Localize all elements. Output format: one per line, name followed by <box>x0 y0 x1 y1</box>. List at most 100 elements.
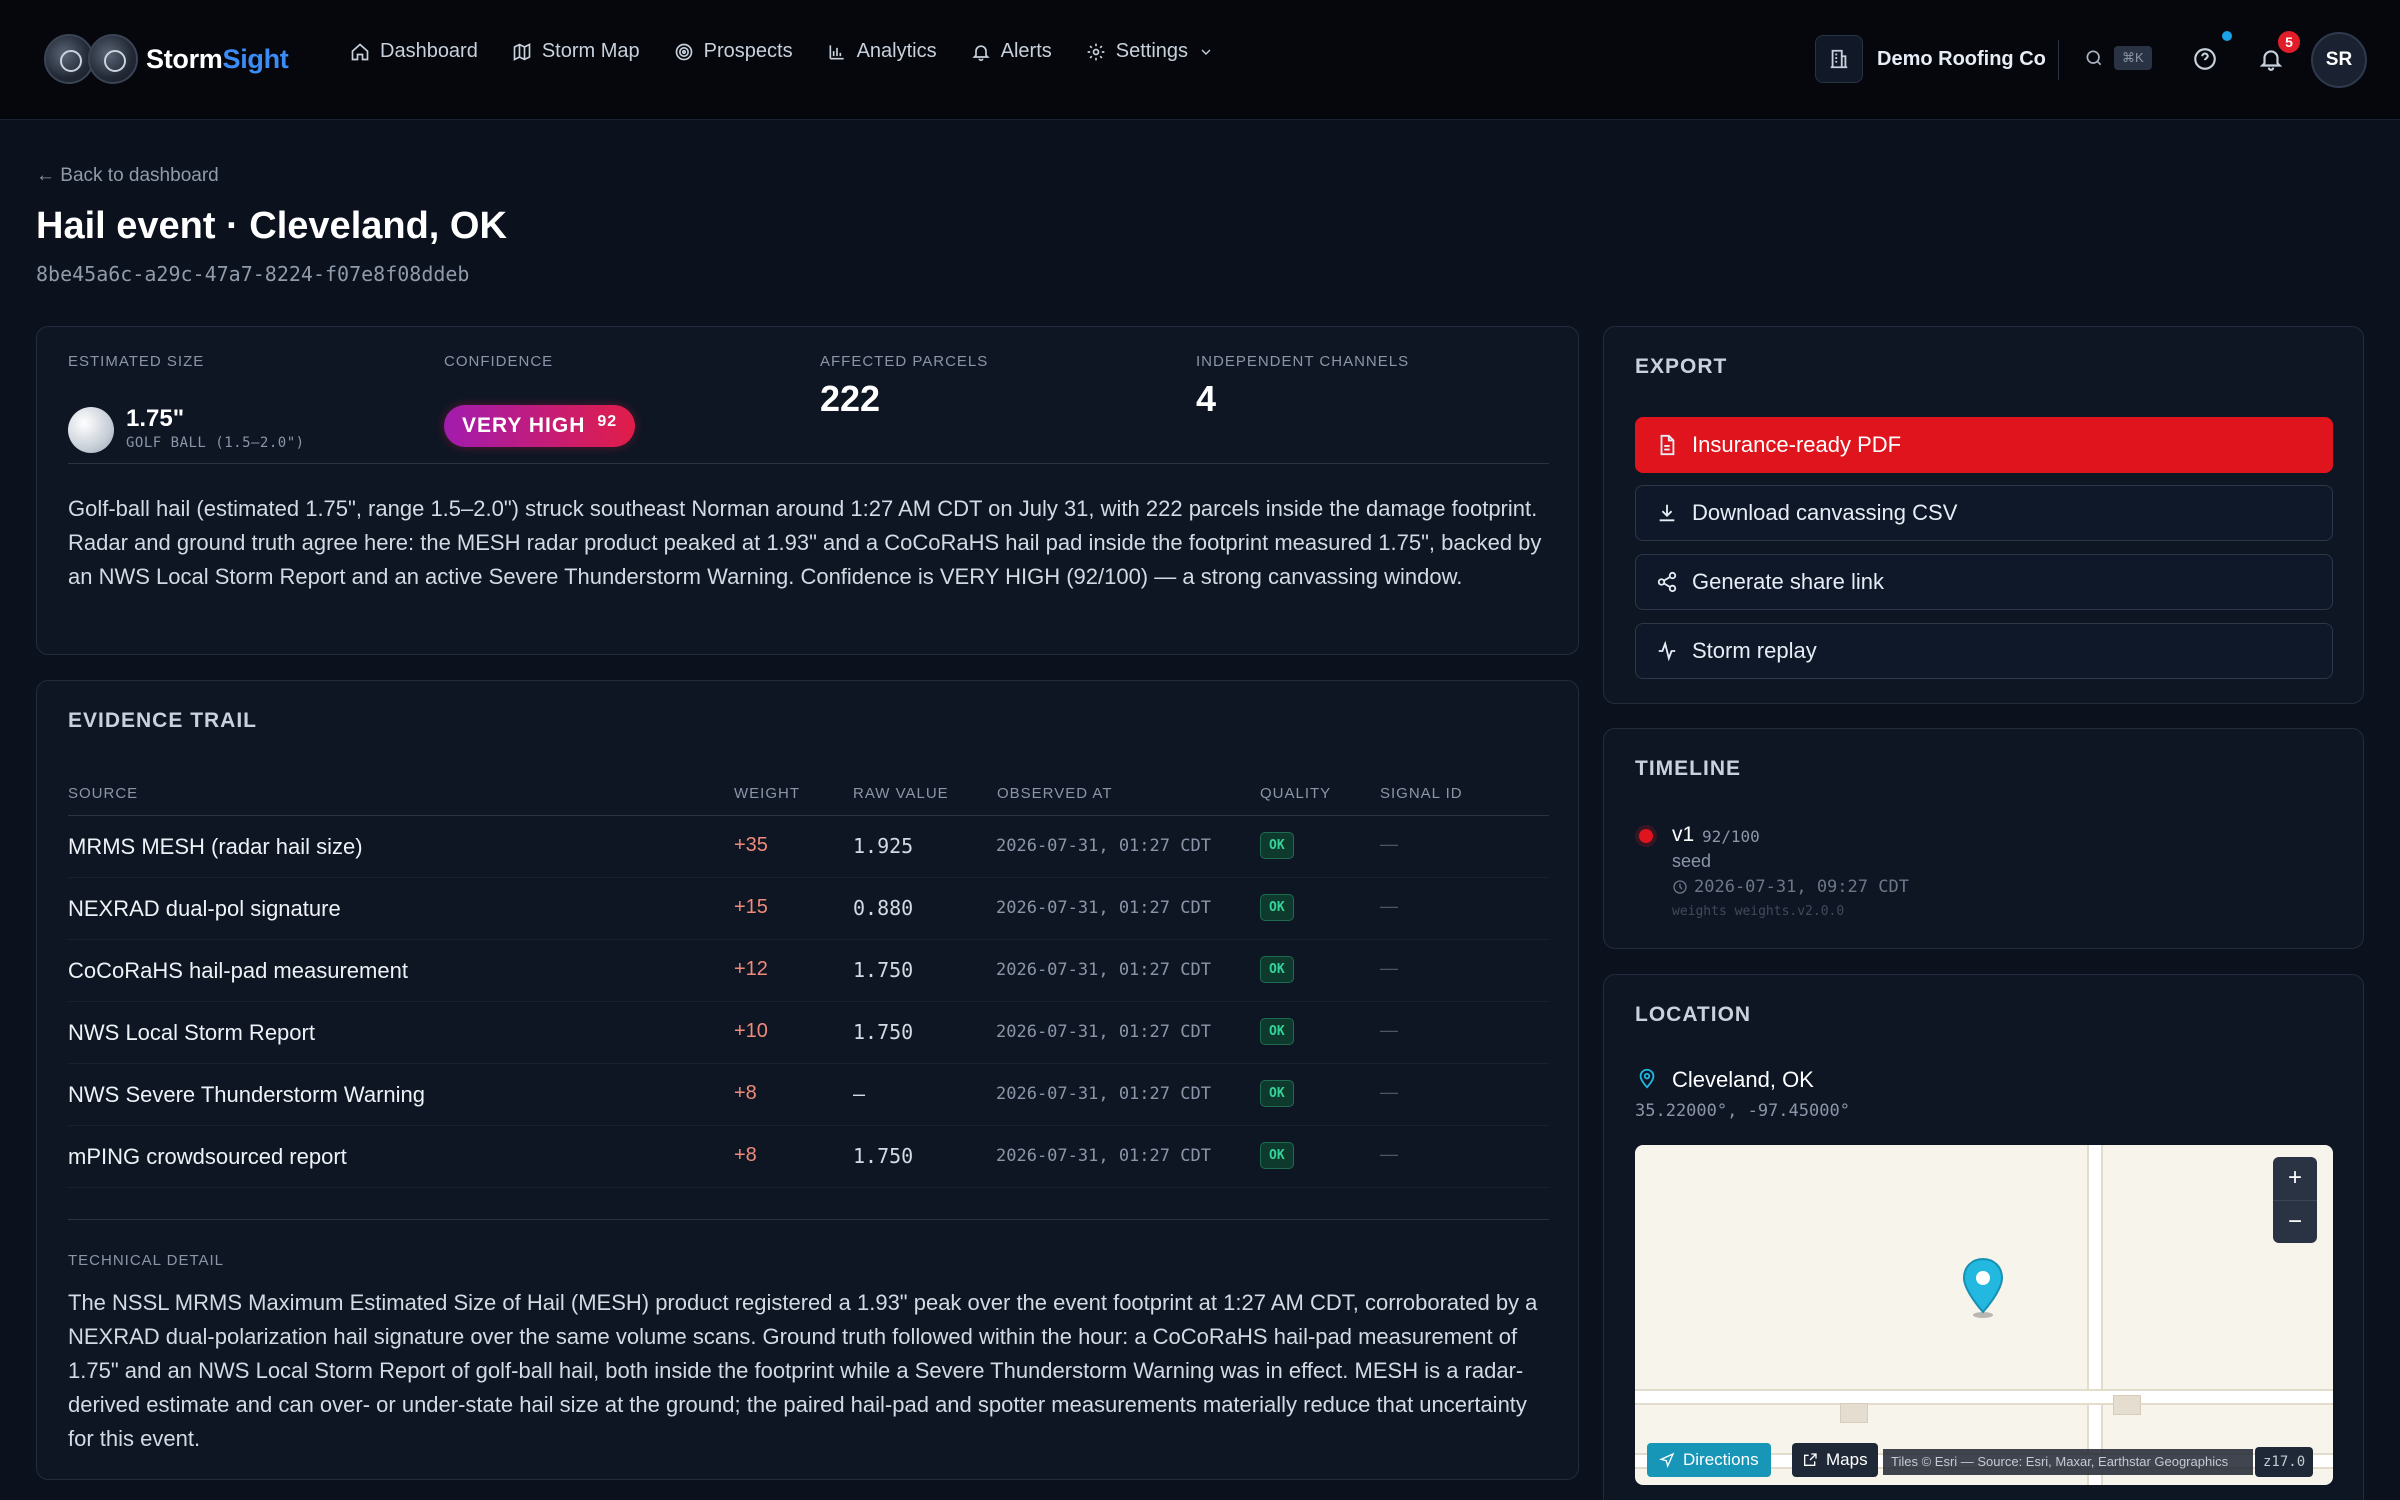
map-icon <box>513 42 531 61</box>
nav-analytics[interactable]: Analytics <box>827 40 937 63</box>
column-header-raw-value: RAW VALUE <box>853 785 949 802</box>
evidence-raw-value: — <box>853 1082 866 1106</box>
target-icon <box>675 43 692 60</box>
search-icon <box>2086 50 2102 66</box>
estimated-size-stat: ESTIMATED SIZE 1.75" GOLF BALL (1.5–2.0"… <box>68 353 304 453</box>
open-maps-button[interactable]: Maps <box>1792 1443 1878 1477</box>
evidence-signal-id: — <box>1380 1020 1398 1040</box>
estimated-size-description: GOLF BALL (1.5–2.0") <box>126 435 305 451</box>
logo-emblem-icon <box>88 34 138 84</box>
activity-icon <box>1658 640 1676 662</box>
timeline-title: TIMELINE <box>1635 757 1741 780</box>
evidence-observed-at: 2026-07-31, 01:27 CDT <box>996 1146 1211 1166</box>
home-icon <box>351 42 369 60</box>
evidence-row[interactable]: NEXRAD dual-pol signature +15 0.880 2026… <box>68 878 1549 940</box>
evidence-weight: +8 <box>734 1144 757 1166</box>
evidence-source: mPING crowdsourced report <box>68 1144 347 1169</box>
location-map[interactable]: + − Directions Maps Tiles © Esri — Sourc… <box>1635 1145 2333 1485</box>
location-coordinates: 35.22000°, -97.45000° <box>1635 1101 1850 1121</box>
evidence-observed-at: 2026-07-31, 01:27 CDT <box>996 960 1211 980</box>
evidence-signal-id: — <box>1380 1082 1398 1102</box>
user-avatar[interactable]: SR <box>2311 32 2367 88</box>
notifications-button[interactable] <box>2258 46 2284 72</box>
external-link-icon <box>1804 1453 1817 1466</box>
evidence-raw-value: 1.925 <box>853 834 914 858</box>
column-header-observed-at: OBSERVED AT <box>997 785 1113 802</box>
affected-parcels-stat: AFFECTED PARCELS 222 <box>820 353 988 420</box>
help-circle-icon <box>2194 48 2216 70</box>
map-building <box>1840 1403 1868 1423</box>
evidence-source: NWS Severe Thunderstorm Warning <box>68 1082 426 1107</box>
evidence-row[interactable]: CoCoRaHS hail-pad measurement +12 1.750 … <box>68 940 1549 1002</box>
estimated-size-value: 1.75" <box>126 405 185 432</box>
estimated-size-label: ESTIMATED SIZE <box>68 353 205 370</box>
map-zoom-level: z17.0 <box>2255 1447 2314 1477</box>
map-marker-icon[interactable] <box>1961 1257 2005 1319</box>
evidence-row[interactable]: MRMS MESH (radar hail size) +35 1.925 20… <box>68 816 1549 878</box>
map-pin-icon <box>1636 1067 1658 1089</box>
quality-badge: OK <box>1260 1142 1294 1169</box>
search-shortcut: ⌘K <box>2114 46 2152 70</box>
affected-parcels-label: AFFECTED PARCELS <box>820 353 989 370</box>
timeline-note: seed <box>1672 851 1712 871</box>
evidence-weight: +10 <box>734 1020 768 1042</box>
technical-detail-label: TECHNICAL DETAIL <box>68 1252 225 1269</box>
map-zoom-controls: + − <box>2273 1157 2317 1243</box>
nav-settings[interactable]: Settings <box>1086 40 1214 63</box>
evidence-weight: +12 <box>734 958 768 980</box>
back-to-dashboard-link[interactable]: ← Back to dashboard <box>36 165 219 187</box>
nav-prospects[interactable]: Prospects <box>674 40 793 63</box>
timeline-weights-version: weights weights.v2.0.0 <box>1672 904 1845 919</box>
evidence-trail-title: EVIDENCE TRAIL <box>68 709 258 732</box>
download-csv-button[interactable]: Download canvassing CSV <box>1635 485 2333 541</box>
directions-button[interactable]: Directions <box>1647 1443 1771 1477</box>
quality-badge: OK <box>1260 894 1294 921</box>
evidence-trail-card: EVIDENCE TRAIL SOURCE WEIGHT RAW VALUE O… <box>36 680 1579 1480</box>
navigation-arrow-icon <box>1659 1452 1675 1468</box>
insurance-pdf-button[interactable]: Insurance-ready PDF <box>1635 417 2333 473</box>
evidence-signal-id: — <box>1380 958 1398 978</box>
storm-replay-button[interactable]: Storm replay <box>1635 623 2333 679</box>
location-card: LOCATION Cleveland, OK 35.22000°, -97.45… <box>1603 974 2364 1500</box>
quality-badge: OK <box>1260 1018 1294 1045</box>
evidence-row[interactable]: NWS Local Storm Report +10 1.750 2026-07… <box>68 1002 1549 1064</box>
gear-icon <box>1087 43 1105 60</box>
nav-storm-map[interactable]: Storm Map <box>512 40 640 63</box>
evidence-weight: +35 <box>734 834 768 856</box>
help-button[interactable] <box>2192 46 2218 72</box>
share-link-button[interactable]: Generate share link <box>1635 554 2333 610</box>
confidence-stat: CONFIDENCE VERY HIGH 92 <box>444 353 636 447</box>
column-header-weight: WEIGHT <box>734 785 800 802</box>
evidence-row[interactable]: NWS Severe Thunderstorm Warning +8 — 202… <box>68 1064 1549 1126</box>
app-logo[interactable]: StormSight <box>44 34 289 84</box>
evidence-weight: +8 <box>734 1082 757 1104</box>
evidence-source: MRMS MESH (radar hail size) <box>68 834 363 859</box>
event-id: 8be45a6c-a29c-47a7-8224-f07e8f08ddeb <box>36 262 470 286</box>
independent-channels-value: 4 <box>1196 378 1217 419</box>
zoom-in-button[interactable]: + <box>2273 1157 2317 1201</box>
nav-alerts[interactable]: Alerts <box>971 40 1052 63</box>
help-indicator-dot <box>2222 31 2232 41</box>
summary-divider <box>68 463 1549 464</box>
share-icon <box>1657 571 1677 593</box>
location-title: LOCATION <box>1635 1003 1752 1026</box>
evidence-signal-id: — <box>1380 896 1398 916</box>
evidence-observed-at: 2026-07-31, 01:27 CDT <box>996 836 1211 856</box>
evidence-observed-at: 2026-07-31, 01:27 CDT <box>996 898 1211 918</box>
evidence-signal-id: — <box>1380 834 1398 854</box>
zoom-out-button[interactable]: − <box>2273 1201 2317 1244</box>
bell-icon <box>2259 50 2283 71</box>
confidence-label: CONFIDENCE <box>444 353 554 370</box>
evidence-raw-value: 1.750 <box>853 958 914 982</box>
timeline-card: TIMELINE v1 92/100 seed 2026-07-31, 09:2… <box>1603 728 2364 949</box>
timeline-timestamp: 2026-07-31, 09:27 CDT <box>1672 877 1909 897</box>
evidence-observed-at: 2026-07-31, 01:27 CDT <box>996 1022 1211 1042</box>
logo-emblem-icon <box>44 34 94 84</box>
search-button[interactable]: ⌘K <box>2084 46 2152 70</box>
evidence-row[interactable]: mPING crowdsourced report +8 1.750 2026-… <box>68 1126 1549 1188</box>
evidence-source: CoCoRaHS hail-pad measurement <box>68 958 408 983</box>
notification-count-badge: 5 <box>2278 31 2300 53</box>
export-title: EXPORT <box>1635 355 1728 378</box>
organization-switcher[interactable]: Demo Roofing Co <box>1815 35 2046 83</box>
nav-dashboard[interactable]: Dashboard <box>350 40 478 63</box>
